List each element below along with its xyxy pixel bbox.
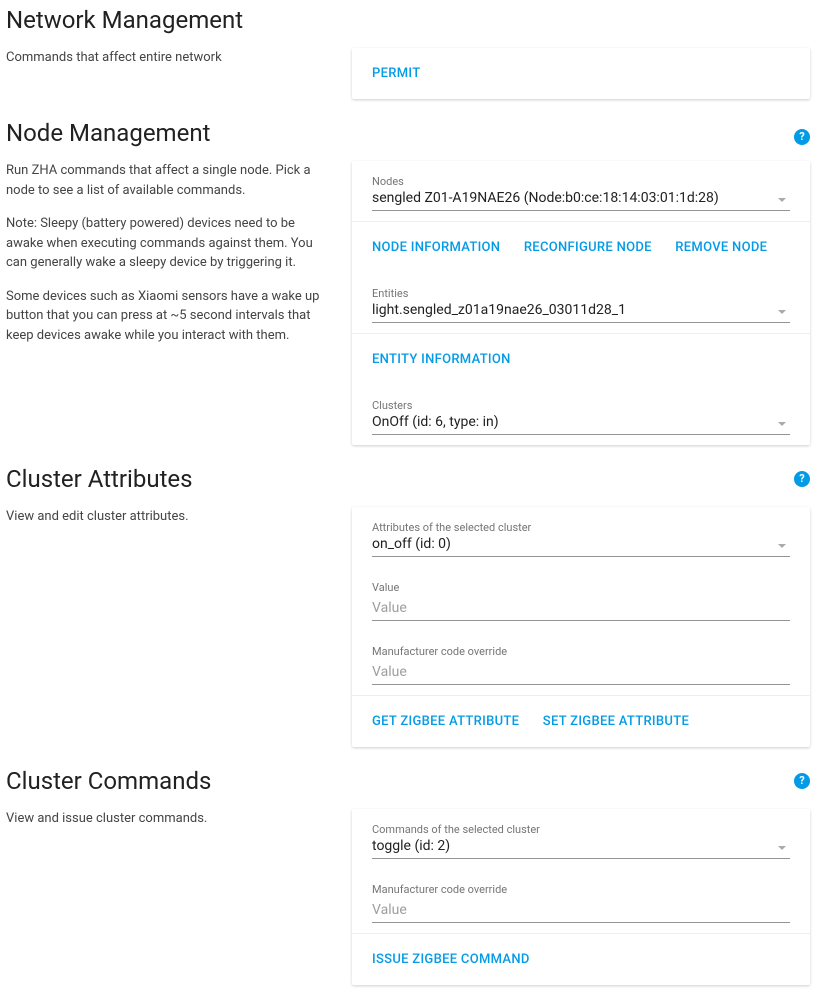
entities-value: light.sengled_z01a19nae26_03011d28_1 (372, 302, 626, 318)
nodes-label: Nodes (372, 175, 790, 188)
cluster-commands-desc: View and issue cluster commands. (6, 809, 328, 829)
network-card: PERMIT (352, 48, 810, 99)
node-title: Node Management (6, 119, 328, 147)
cluster-commands-card: Commands of the selected cluster toggle … (352, 809, 810, 985)
remove-node-button[interactable]: REMOVE NODE (675, 230, 777, 265)
nodes-select[interactable]: sengled Z01-A19NAE26 (Node:b0:ce:18:14:0… (372, 190, 790, 211)
value-input[interactable] (372, 596, 790, 621)
commands-select[interactable]: toggle (id: 2) (372, 838, 790, 859)
attributes-label: Attributes of the selected cluster (372, 521, 790, 534)
cmd-mfg-override-label: Manufacturer code override (372, 883, 790, 896)
mfg-override-input[interactable] (372, 660, 790, 685)
chevron-down-icon (778, 846, 786, 850)
help-icon[interactable]: ? (794, 129, 810, 145)
commands-value: toggle (id: 2) (372, 838, 450, 854)
cluster-attributes-card: Attributes of the selected cluster on_of… (352, 507, 810, 747)
entities-label: Entities (372, 287, 790, 300)
clusters-select[interactable]: OnOff (id: 6, type: in) (372, 414, 790, 435)
get-zigbee-attribute-button[interactable]: GET ZIGBEE ATTRIBUTE (372, 704, 529, 739)
node-desc-1: Run ZHA commands that affect a single no… (6, 161, 328, 200)
set-zigbee-attribute-button[interactable]: SET ZIGBEE ATTRIBUTE (543, 704, 699, 739)
chevron-down-icon (778, 422, 786, 426)
help-icon[interactable]: ? (794, 773, 810, 789)
chevron-down-icon (778, 198, 786, 202)
network-desc: Commands that affect entire network (6, 48, 328, 68)
help-icon[interactable]: ? (794, 471, 810, 487)
network-title: Network Management (6, 6, 328, 34)
issue-zigbee-command-button[interactable]: ISSUE ZIGBEE COMMAND (372, 942, 540, 977)
cluster-commands-title: Cluster Commands (6, 767, 328, 795)
entity-information-button[interactable]: ENTITY INFORMATION (372, 342, 521, 377)
cluster-attributes-desc: View and edit cluster attributes. (6, 507, 328, 527)
node-information-button[interactable]: NODE INFORMATION (372, 230, 510, 265)
value-label: Value (372, 581, 790, 594)
node-card: Nodes sengled Z01-A19NAE26 (Node:b0:ce:1… (352, 161, 810, 445)
permit-button[interactable]: PERMIT (372, 58, 420, 89)
entities-select[interactable]: light.sengled_z01a19nae26_03011d28_1 (372, 302, 790, 323)
cluster-attributes-title: Cluster Attributes (6, 465, 328, 493)
chevron-down-icon (778, 310, 786, 314)
node-desc-2: Note: Sleepy (battery powered) devices n… (6, 214, 328, 273)
cmd-mfg-override-input[interactable] (372, 898, 790, 923)
commands-label: Commands of the selected cluster (372, 823, 790, 836)
nodes-value: sengled Z01-A19NAE26 (Node:b0:ce:18:14:0… (372, 190, 719, 206)
chevron-down-icon (778, 544, 786, 548)
mfg-override-label: Manufacturer code override (372, 645, 790, 658)
reconfigure-node-button[interactable]: RECONFIGURE NODE (524, 230, 662, 265)
node-desc-3: Some devices such as Xiaomi sensors have… (6, 287, 328, 346)
attributes-select[interactable]: on_off (id: 0) (372, 536, 790, 557)
clusters-value: OnOff (id: 6, type: in) (372, 414, 499, 430)
attributes-value: on_off (id: 0) (372, 536, 451, 552)
clusters-label: Clusters (372, 399, 790, 412)
